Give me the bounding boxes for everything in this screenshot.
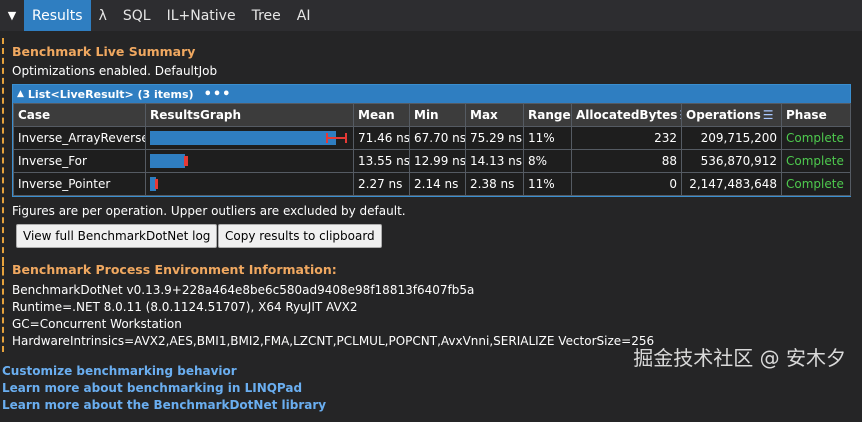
copy-results-button[interactable]: Copy results to clipboard	[218, 224, 382, 248]
results-graph	[150, 128, 349, 149]
cell-phase: Complete	[781, 126, 851, 150]
cell-allocated-bytes: 232	[571, 126, 682, 150]
cell-max: 14.13 ns	[465, 149, 524, 173]
col-range[interactable]: Range	[523, 103, 572, 127]
benchmark-summary-section: Benchmark Live Summary Optimizations ena…	[2, 38, 862, 273]
cell-operations: 209,715,200	[681, 126, 782, 150]
col-allocated-bytes-label: AllocatedBytes	[576, 108, 678, 122]
table-row: Inverse_ArrayReverse 71.46 ns 67.70 ns 7…	[13, 126, 851, 150]
cell-results-graph	[145, 172, 354, 196]
linqpad-benchmarking-link[interactable]: Learn more about benchmarking in LINQPad	[2, 381, 302, 395]
results-table: Case ResultsGraph Mean Min Max Range All…	[13, 103, 851, 196]
collapse-caret-icon[interactable]: ▼	[0, 0, 24, 31]
col-max[interactable]: Max	[465, 103, 524, 127]
benchmarkdotnet-library-link[interactable]: Learn more about the BenchmarkDotNet lib…	[2, 398, 326, 412]
col-allocated-bytes[interactable]: AllocatedBytes☰	[571, 103, 682, 127]
collapse-arrow-icon[interactable]: ▲	[17, 89, 24, 99]
cell-results-graph	[145, 149, 354, 173]
error-cap-max	[185, 156, 188, 166]
col-results-graph[interactable]: ResultsGraph	[145, 103, 354, 127]
mean-bar	[150, 131, 337, 145]
live-result-list: ▲ List<LiveResult> (3 items) ••• Case Re…	[12, 84, 851, 197]
tab-results[interactable]: Results	[24, 0, 91, 31]
env-line-intrinsics: HardwareIntrinsics=AVX2,AES,BMI1,BMI2,FM…	[12, 334, 655, 348]
cell-range: 11%	[523, 172, 572, 196]
view-log-button[interactable]: View full BenchmarkDotNet log	[16, 224, 218, 248]
tab-tree[interactable]: Tree	[244, 0, 289, 31]
cell-operations: 536,870,912	[681, 149, 782, 173]
list-caption[interactable]: ▲ List<LiveResult> (3 items) •••	[13, 85, 850, 103]
cell-range: 8%	[523, 149, 572, 173]
cell-mean: 13.55 ns	[353, 149, 410, 173]
error-cap-max	[345, 133, 347, 143]
cell-mean: 2.27 ns	[353, 172, 410, 196]
table-row: Inverse_For 13.55 ns 12.99 ns 14.13 ns 8…	[13, 149, 851, 173]
col-min[interactable]: Min	[409, 103, 466, 127]
cell-allocated-bytes: 0	[571, 172, 682, 196]
env-line-runtime: Runtime=.NET 8.0.11 (8.0.1124.51707), X6…	[12, 300, 358, 314]
env-line-version: BenchmarkDotNet v0.13.9+228a464e8be6c580…	[12, 283, 475, 297]
tab-il-native[interactable]: IL+Native	[159, 0, 244, 31]
per-operation-note: Figures are per operation. Upper outlier…	[12, 204, 406, 218]
col-phase[interactable]: Phase	[781, 103, 851, 127]
results-tab-bar: ▼ Results λ SQL IL+Native Tree AI	[0, 0, 862, 31]
col-operations-label: Operations	[686, 108, 761, 122]
results-graph	[150, 174, 349, 195]
error-bar	[326, 137, 346, 139]
bar-chart-icon[interactable]: ☰	[763, 108, 774, 122]
cell-min: 67.70 ns	[409, 126, 466, 150]
mean-bar	[150, 154, 186, 168]
env-line-gc: GC=Concurrent Workstation	[12, 317, 182, 331]
table-header-row: Case ResultsGraph Mean Min Max Range All…	[13, 103, 851, 127]
cell-range: 11%	[523, 126, 572, 150]
cell-case: Inverse_Pointer	[13, 172, 146, 196]
cell-mean: 71.46 ns	[353, 126, 410, 150]
summary-title: Benchmark Live Summary	[12, 44, 196, 59]
tab-sql[interactable]: SQL	[115, 0, 159, 31]
cell-min: 12.99 ns	[409, 149, 466, 173]
cell-phase: Complete	[781, 172, 851, 196]
error-cap-min	[326, 133, 329, 143]
optimizations-text: Optimizations enabled. DefaultJob	[12, 64, 218, 78]
list-menu-icon[interactable]: •••	[204, 87, 232, 102]
cell-allocated-bytes: 88	[571, 149, 682, 173]
error-cap-max	[155, 179, 158, 189]
tab-lambda[interactable]: λ	[91, 0, 115, 31]
col-case[interactable]: Case	[13, 103, 146, 127]
col-mean[interactable]: Mean	[353, 103, 410, 127]
watermark: 掘金技术社区 @ 安木夕	[633, 346, 846, 370]
cell-case: Inverse_For	[13, 149, 146, 173]
cell-case: Inverse_ArrayReverse	[13, 126, 146, 150]
cell-phase: Complete	[781, 149, 851, 173]
tab-ai[interactable]: AI	[289, 0, 319, 31]
customize-benchmarking-link[interactable]: Customize benchmarking behavior	[2, 364, 237, 378]
cell-operations: 2,147,483,648	[681, 172, 782, 196]
col-operations[interactable]: Operations ☰	[681, 103, 782, 127]
table-row: Inverse_Pointer 2.27 ns 2.14 ns 2.38 ns …	[13, 172, 851, 196]
list-caption-text: List<LiveResult> (3 items)	[27, 87, 194, 101]
cell-results-graph	[145, 126, 354, 150]
env-title: Benchmark Process Environment Informatio…	[12, 262, 337, 277]
cell-max: 2.38 ns	[465, 172, 524, 196]
results-graph	[150, 151, 349, 172]
environment-info-section: Benchmark Process Environment Informatio…	[2, 260, 862, 352]
cell-max: 75.29 ns	[465, 126, 524, 150]
cell-min: 2.14 ns	[409, 172, 466, 196]
